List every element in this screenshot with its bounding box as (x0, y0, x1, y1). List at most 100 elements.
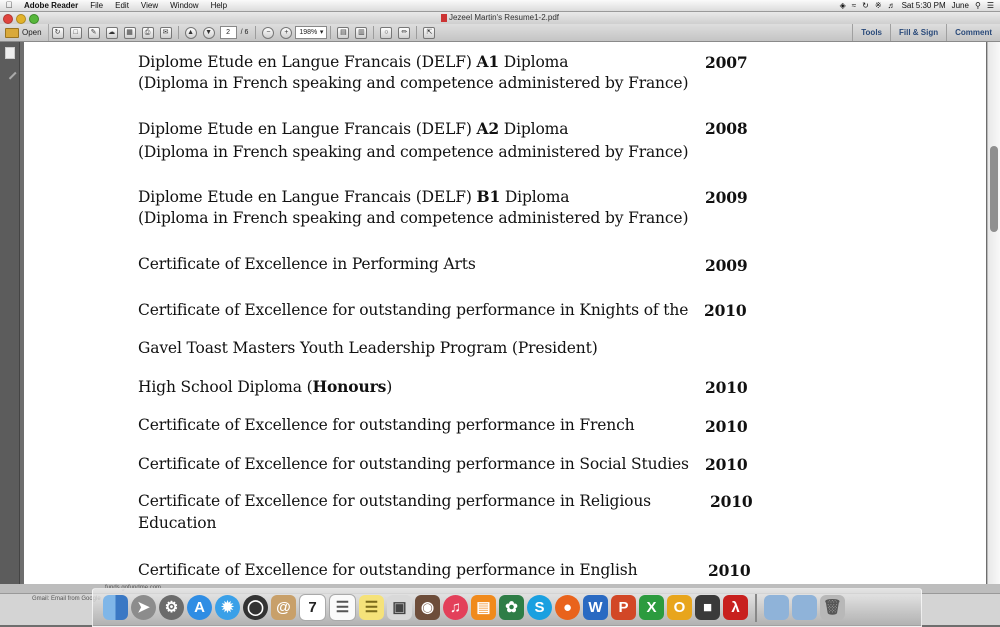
safari-icon[interactable]: ✹ (215, 595, 240, 620)
calendar-icon[interactable]: 7 (299, 594, 326, 621)
print-icon[interactable]: ⎙ (141, 26, 154, 39)
user-name[interactable]: June (952, 0, 969, 11)
edit-pdf-icon[interactable]: ✎ (87, 26, 100, 39)
toolbar: Open ↻ □ ✎ ☁ ▦ ⎙ ✉ ▲ ▼ 2 / 6 − + 198% ▾ … (0, 24, 1000, 42)
full-screen-icon[interactable]: ⇱ (423, 26, 436, 39)
zoom-window-button[interactable] (29, 14, 39, 24)
system-preferences-icon[interactable]: ⚙ (159, 595, 184, 620)
menu-file[interactable]: File (84, 0, 109, 11)
doc-line: Certificate of Excellence for outstandin… (138, 416, 635, 434)
bluetooth-icon[interactable]: ※ (875, 0, 882, 11)
fit-page-icon[interactable]: ▤ (337, 26, 350, 39)
ibooks-icon[interactable]: ▤ (471, 595, 496, 620)
wifi-icon[interactable]: ≈ (852, 0, 856, 11)
volume-icon[interactable]: ♬ (888, 0, 896, 11)
page-total: / 6 (240, 29, 249, 36)
clock[interactable]: Sat 5:30 PM (902, 0, 946, 11)
comment-button[interactable]: Comment (946, 24, 1000, 41)
open-label: Open (22, 28, 42, 37)
menu-bar:  Adobe Reader File Edit View Window Hel… (0, 0, 1000, 12)
doc-line: Certificate of Excellence for outstandin… (138, 301, 689, 319)
time-machine-icon[interactable]: ↻ (862, 0, 869, 11)
zoom-value: 198% (299, 29, 318, 36)
doc-year: 2008 (705, 119, 748, 138)
doc-year: 2010 (708, 561, 751, 580)
save-icon[interactable]: ▦ (123, 26, 136, 39)
minimize-window-button[interactable] (16, 14, 26, 24)
itunes-icon[interactable]: ♫ (443, 595, 468, 620)
scrolling-mode-icon[interactable]: ▥ (355, 26, 368, 39)
fill-sign-button[interactable]: Fill & Sign (890, 24, 946, 41)
toolbar-divider (330, 26, 332, 39)
app-store-icon[interactable]: A (187, 595, 212, 620)
toolbar-divider (416, 26, 418, 39)
notes-icon[interactable]: ☰ (359, 595, 384, 620)
adobe-reader-icon[interactable]: λ (723, 595, 748, 620)
navigation-pane (0, 42, 20, 584)
doc-year: 2010 (710, 492, 753, 511)
next-page-icon[interactable]: ▼ (202, 26, 215, 39)
doc-line: High School Diploma (Honours) (138, 377, 393, 396)
contacts-icon[interactable]: @ (271, 595, 296, 620)
vertical-scrollbar[interactable] (987, 42, 1000, 584)
create-pdf-icon[interactable]: ↻ (51, 26, 64, 39)
doc-line: (Diploma in French speaking and competen… (138, 143, 689, 161)
dock-divider (755, 593, 757, 622)
doc-year: 2010 (705, 378, 748, 397)
doc-line: (Diploma in French speaking and competen… (138, 74, 689, 92)
page-thumbnails-icon[interactable] (4, 47, 15, 59)
preview-icon[interactable]: ▣ (387, 595, 412, 620)
spotlight-icon[interactable]: ⚲ (975, 0, 981, 11)
unknown-app-icon[interactable]: ■ (695, 595, 720, 620)
open-button[interactable]: Open (0, 24, 49, 41)
close-window-button[interactable] (3, 14, 13, 24)
dashboard-icon[interactable]: ◯ (243, 595, 268, 620)
menu-window[interactable]: Window (164, 0, 204, 11)
doc-year: 2007 (705, 53, 748, 72)
menu-view[interactable]: View (135, 0, 164, 11)
doc-year: 2009 (705, 256, 748, 275)
zoom-in-icon[interactable]: + (280, 26, 293, 39)
doc-line: Diplome Etude en Langue Francais (DELF) … (138, 187, 570, 206)
doc-line: Certificate of Excellence in Performing … (138, 255, 476, 273)
doc-line: Certificate of Excellence for outstandin… (138, 455, 689, 473)
skype-icon[interactable]: S (527, 595, 552, 620)
tools-button[interactable]: Tools (852, 24, 890, 41)
window-title-bar: Jezeel Martin's Resume1-2.pdf (0, 12, 1000, 24)
trash-icon[interactable]: 🗑 (820, 595, 845, 620)
powerpoint-icon[interactable]: P (611, 595, 636, 620)
folder-icon (5, 27, 19, 38)
outlook-icon[interactable]: O (667, 595, 692, 620)
excel-icon[interactable]: X (639, 595, 664, 620)
reminders-icon[interactable]: ☰ (329, 594, 356, 621)
applications-folder-icon[interactable] (764, 595, 789, 620)
signature-icon[interactable] (2, 65, 17, 80)
apple-menu-icon[interactable]:  (0, 0, 18, 11)
dropbox-icon[interactable]: ◈ (840, 0, 846, 11)
finder-icon[interactable] (103, 595, 128, 620)
sticky-note-icon[interactable]: ○ (380, 26, 393, 39)
word-icon[interactable]: W (583, 595, 608, 620)
zoom-select[interactable]: 198% ▾ (295, 26, 328, 39)
menu-edit[interactable]: Edit (109, 0, 135, 11)
photo-booth-icon[interactable]: ◉ (415, 595, 440, 620)
documents-folder-icon[interactable] (792, 595, 817, 620)
doc-line: Certificate of Excellence for outstandin… (138, 561, 638, 579)
menu-app-name[interactable]: Adobe Reader (18, 0, 84, 11)
zoom-out-icon[interactable]: − (262, 26, 275, 39)
notification-center-icon[interactable]: ☰ (987, 0, 994, 11)
launchpad-icon[interactable]: ➤ (131, 595, 156, 620)
cloud-upload-icon[interactable]: ☁ (105, 26, 118, 39)
highlight-icon[interactable]: ✏ (398, 26, 411, 39)
scrollbar-thumb[interactable] (990, 146, 998, 232)
background-bookmark[interactable]: Gmail: Email from Google (32, 596, 101, 602)
firefox-icon[interactable]: ● (555, 595, 580, 620)
menu-help[interactable]: Help (205, 0, 233, 11)
dock: ➤ ⚙ A ✹ ◯ @ 7 ☰ ☰ ▣ ◉ ♫ ▤ ✿ S ● W P X O … (92, 588, 922, 627)
photos-icon[interactable]: ✿ (499, 595, 524, 620)
email-icon[interactable]: ✉ (159, 26, 172, 39)
toolbar-right-group: Tools Fill & Sign Comment (852, 24, 1000, 41)
previous-page-icon[interactable]: ▲ (184, 26, 197, 39)
export-pdf-icon[interactable]: □ (69, 26, 82, 39)
page-number-input[interactable]: 2 (219, 26, 237, 39)
